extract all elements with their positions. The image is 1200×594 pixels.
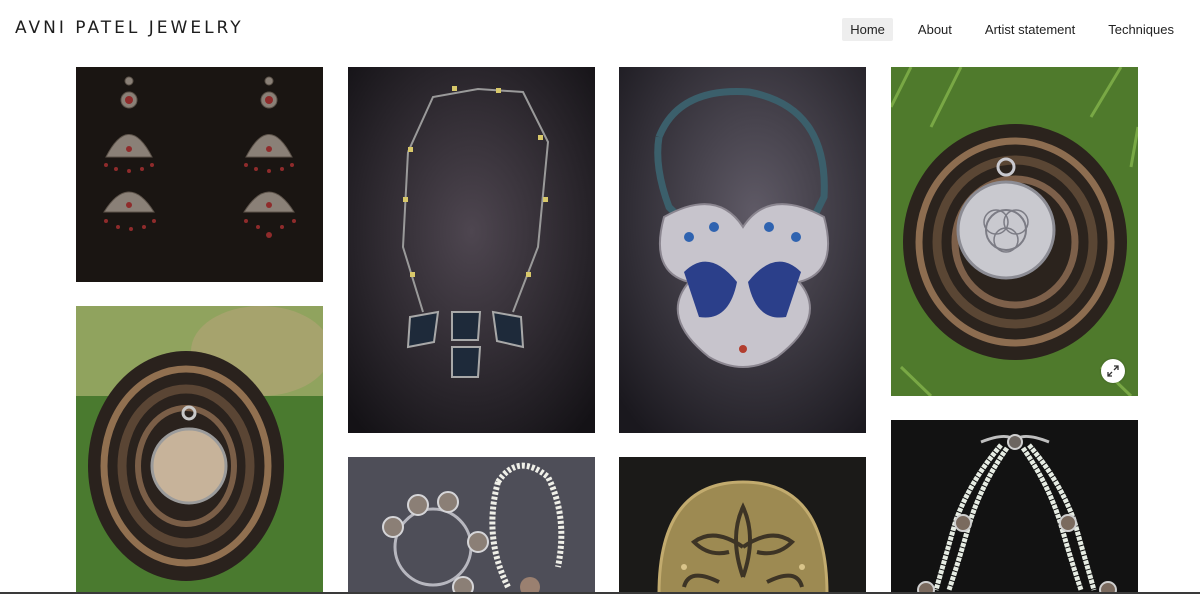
nav-about[interactable]: About [910,18,960,41]
gallery-item-silver-pendant[interactable] [891,67,1138,396]
gallery-item-bangle-necklace[interactable] [348,457,595,594]
gallery-item-square-necklace[interactable] [348,67,595,433]
nav-home[interactable]: Home [842,18,893,41]
main-nav: Home About Artist statement Techniques [825,18,1182,41]
expand-arrows-icon [1107,365,1119,377]
nav-artist-statement[interactable]: Artist statement [977,18,1083,41]
pearl-necklace-image [891,420,1138,594]
expand-icon[interactable] [1101,359,1125,383]
gallery-item-stone-pendant[interactable] [76,306,323,594]
silver-pendant-image [891,67,1138,396]
gallery-item-pearl-necklace[interactable] [891,420,1138,594]
site-header: AVNI PATEL JEWELRY Home About Artist sta… [0,0,1200,58]
bangle-necklace-image [348,457,595,594]
site-title[interactable]: AVNI PATEL JEWELRY [15,18,244,38]
birds-necklace-image [619,67,866,433]
gallery-item-birds-necklace[interactable] [619,67,866,433]
brass-brooch-image [619,457,866,594]
square-necklace-image [348,67,595,433]
gallery-item-earrings[interactable] [76,67,323,282]
gallery-item-brass-brooch[interactable] [619,457,866,594]
earrings-image [76,67,323,282]
nav-techniques[interactable]: Techniques [1100,18,1182,41]
stone-pendant-image [76,306,323,594]
